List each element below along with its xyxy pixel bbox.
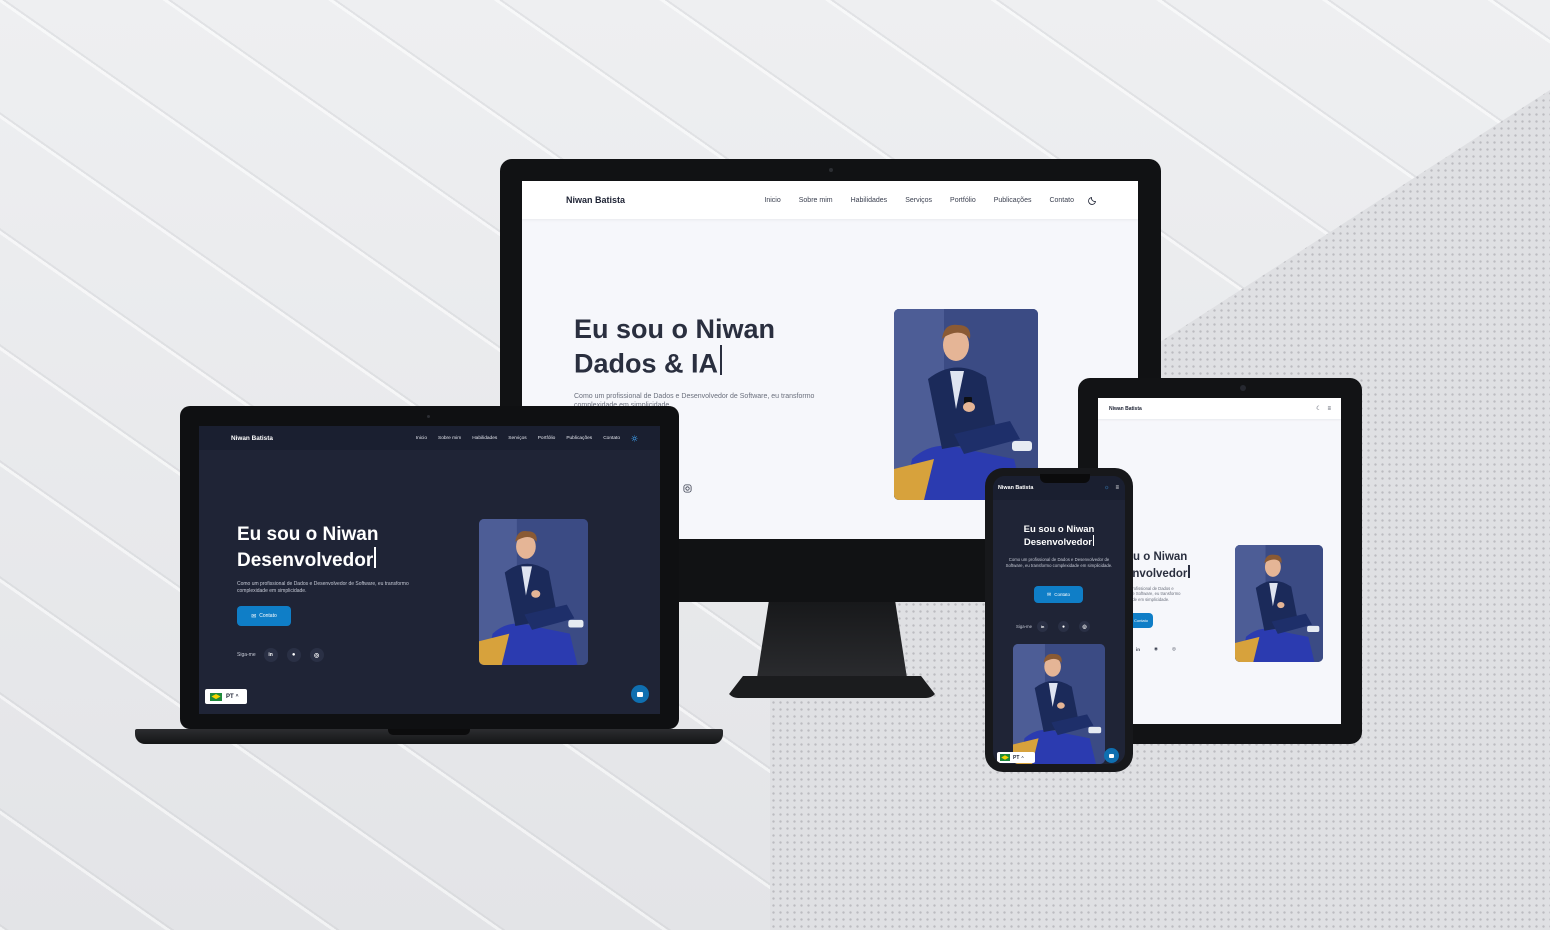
hero-title: Eu sou o Niwan Desenvolvedor (993, 524, 1125, 549)
brazil-flag-icon (210, 692, 222, 701)
nav-sobre-mim[interactable]: Sobre mim (799, 197, 833, 204)
chevron-up-icon: ^ (1021, 755, 1024, 760)
hero-title: ou o Niwan envolvedor (1126, 551, 1246, 582)
hero-title: Eu sou o Niwan Dados & IA (574, 313, 874, 380)
brazil-flag-icon (1000, 754, 1010, 761)
nav-actions: ☼ ≡ (1104, 485, 1119, 491)
github-icon[interactable]: ● (1058, 621, 1070, 632)
nav-contato[interactable]: Contato (603, 436, 620, 441)
language-label: PT (226, 693, 234, 700)
github-icon[interactable]: ● (286, 648, 301, 662)
chat-icon (637, 691, 643, 697)
nav-portfolio[interactable]: Portfólio (950, 197, 976, 204)
language-selector[interactable]: PT ^ (997, 752, 1035, 763)
mail-icon: ✉ (1047, 591, 1052, 598)
navbar: Niwan Batista Inicio Sobre mim Habilidad… (199, 426, 660, 450)
contact-button[interactable]: ✉ Contato (1034, 586, 1083, 603)
profile-photo (1013, 644, 1105, 764)
hero-description: profissional de Dados e de Software, eu … (1130, 586, 1181, 602)
navbar: Niwan Batista Inicio Sobre mim Habilidad… (522, 181, 1138, 219)
hero-typed-text: Desenvolvedor (1023, 537, 1092, 549)
laptop-screen: Niwan Batista Inicio Sobre mim Habilidad… (199, 426, 660, 714)
nav-habilidades[interactable]: Habilidades (472, 436, 497, 441)
monitor-stand-base (726, 676, 938, 698)
chevron-up-icon: ^ (235, 693, 239, 700)
brand-logo[interactable]: Niwan Batista (1109, 406, 1142, 412)
phone-notch (1040, 474, 1090, 483)
language-label: PT (1013, 754, 1020, 761)
brand-logo[interactable]: Niwan Batista (231, 435, 273, 442)
github-icon[interactable]: ◉ (1154, 646, 1158, 652)
nav-sobre-mim[interactable]: Sobre mim (438, 436, 461, 441)
moon-icon[interactable]: ☾ (1316, 405, 1321, 412)
linkedin-icon[interactable]: in (1136, 647, 1140, 652)
mail-icon: ✉ (251, 613, 257, 620)
menu-icon[interactable]: ≡ (1327, 406, 1331, 412)
social-links: Siga-me in ● ◎ (237, 648, 324, 662)
language-selector[interactable]: PT ^ (205, 689, 247, 704)
sun-icon[interactable]: ☼ (1104, 485, 1110, 491)
nav-links: Inicio Sobre mim Habilidades Serviços Po… (746, 195, 1098, 205)
follow-label: Siga-me (1016, 624, 1033, 629)
chat-button[interactable] (1104, 748, 1119, 763)
nav-publicacoes[interactable]: Publicações (994, 197, 1032, 204)
hero-description: Como um profissional de Dados e Desenvol… (237, 581, 409, 594)
instagram-icon[interactable]: ◎ (309, 648, 324, 662)
profile-photo (479, 519, 588, 665)
chat-icon (1109, 753, 1114, 758)
hero-typed-text: Desenvolvedor (237, 549, 374, 571)
nav-portfolio[interactable]: Portfólio (538, 436, 556, 441)
contact-button[interactable]: ✉ Contato (237, 606, 291, 626)
hero-title: Eu sou o Niwan Desenvolvedor (237, 524, 477, 573)
monitor-camera (829, 168, 833, 172)
brand-logo[interactable]: Niwan Batista (566, 195, 625, 205)
contact-button-label: Contato (1054, 592, 1070, 597)
instagram-icon[interactable]: ◎ (1172, 646, 1176, 652)
profile-photo (1235, 545, 1323, 662)
nav-servicos[interactable]: Serviços (508, 436, 526, 441)
nav-contato[interactable]: Contato (1049, 197, 1074, 204)
laptop-hinge (388, 729, 470, 735)
nav-servicos[interactable]: Serviços (905, 197, 932, 204)
linkedin-icon[interactable]: in (263, 648, 278, 662)
tablet-camera (1240, 385, 1246, 391)
typing-cursor (720, 345, 723, 376)
hero-greeting: Eu sou o Niwan (574, 314, 776, 344)
hero-typed-text: envolvedor (1126, 567, 1188, 580)
hero-typed-text: Dados & IA (574, 348, 719, 379)
hero-description: Como um profissional de Dados e Desenvol… (1005, 557, 1113, 568)
chat-button[interactable] (631, 685, 649, 703)
sun-icon[interactable] (631, 434, 638, 442)
typing-cursor (1188, 564, 1190, 578)
contact-button-label: Contato (259, 613, 277, 619)
tablet-screen: Niwan Batista ☾ ≡ ou o Niwan envolvedor … (1098, 398, 1341, 724)
nav-habilidades[interactable]: Habilidades (851, 197, 888, 204)
hero-greeting: ou o Niwan (1126, 551, 1188, 563)
moon-icon[interactable] (1088, 195, 1098, 205)
linkedin-icon[interactable]: in (1037, 621, 1049, 632)
navbar: Niwan Batista ☾ ≡ (1098, 398, 1341, 419)
contact-button-label: Contato (1133, 618, 1148, 623)
menu-icon[interactable]: ≡ (1115, 485, 1119, 491)
nav-actions: ☾ ≡ (1316, 405, 1331, 413)
laptop: Niwan Batista Inicio Sobre mim Habilidad… (180, 406, 679, 729)
typing-cursor (1092, 535, 1095, 547)
phone-screen: Niwan Batista ☼ ≡ Eu sou o Niwan Desenvo… (993, 476, 1125, 764)
follow-label: Siga-me (237, 652, 256, 658)
nav-links: Inicio Sobre mim Habilidades Serviços Po… (405, 434, 638, 442)
instagram-icon[interactable] (683, 480, 692, 493)
brand-logo[interactable]: Niwan Batista (998, 485, 1033, 491)
hero-greeting: Eu sou o Niwan (1023, 524, 1095, 535)
laptop-camera (427, 415, 430, 418)
smartphone: Niwan Batista ☼ ≡ Eu sou o Niwan Desenvo… (985, 468, 1133, 772)
social-links: Siga-me in ● ◎ (1016, 621, 1091, 632)
monitor-stand (757, 600, 907, 678)
typing-cursor (374, 546, 377, 568)
instagram-icon[interactable]: ◎ (1079, 621, 1091, 632)
nav-inicio[interactable]: Inicio (764, 197, 780, 204)
social-links: in ◉ ◎ (1136, 646, 1176, 652)
nav-publicacoes[interactable]: Publicações (566, 436, 592, 441)
nav-inicio[interactable]: Inicio (416, 436, 427, 441)
hero-greeting: Eu sou o Niwan (237, 524, 379, 545)
